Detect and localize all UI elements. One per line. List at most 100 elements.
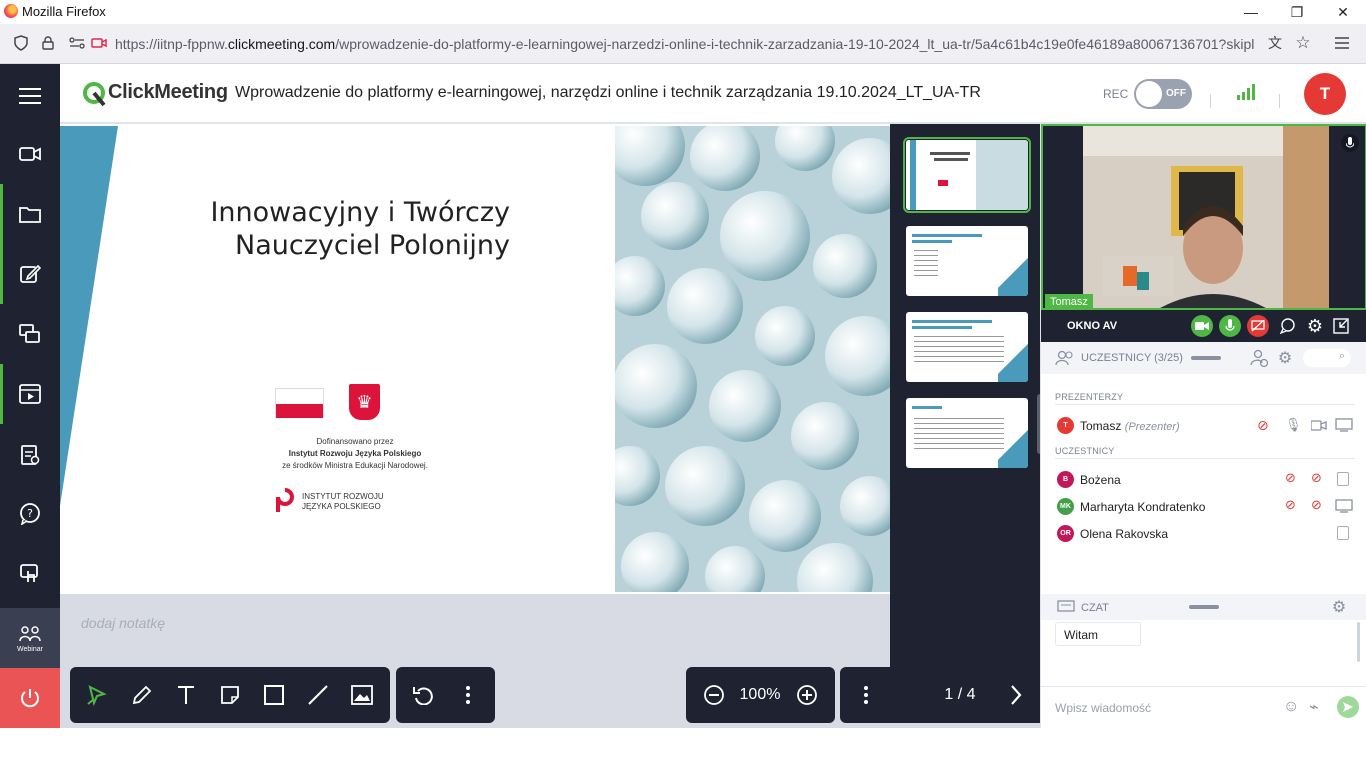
hand-icon[interactable] [1337, 472, 1349, 486]
slide-left-panel: Innowacyjny i Twórczy Nauczyciel Polonij… [60, 126, 615, 592]
screen-share-stop-icon[interactable] [1247, 315, 1269, 337]
lock-icon[interactable] [40, 34, 56, 52]
slide-thumbnail-2[interactable] [906, 226, 1028, 296]
page-options-icon[interactable] [844, 667, 888, 723]
clickmeeting-logo-icon [82, 81, 106, 112]
slide-thumbnail-3[interactable] [906, 312, 1028, 382]
chat-settings-icon[interactable]: ⚙ [1329, 597, 1349, 617]
more-options-icon[interactable] [446, 667, 490, 723]
slide-title: Innowacyjny i Twórczy Nauczyciel Polonij… [210, 197, 510, 261]
menu-icon[interactable] [0, 66, 60, 126]
mic-icon[interactable]: 🎙 [1285, 417, 1302, 433]
note-area[interactable]: dodaj notatkę [60, 594, 890, 668]
invite-user-icon[interactable] [1249, 348, 1269, 368]
participant-row[interactable]: MK Marharyta Kondratenko ⊘ ⊘ [1041, 493, 1366, 520]
mic-muted-icon[interactable]: ⊘ [1285, 497, 1296, 513]
search-icon: ⌕ [1338, 350, 1345, 362]
zoom-out-icon[interactable] [692, 667, 736, 723]
presenter-video[interactable]: Tomasz [1041, 124, 1366, 310]
permissions-icon[interactable] [68, 34, 86, 52]
hand-icon[interactable] [1337, 526, 1349, 540]
user-avatar[interactable]: T [1304, 73, 1346, 115]
webinar-nav-item[interactable]: Webinar [0, 608, 60, 668]
microphone-toggle-icon[interactable] [1219, 315, 1241, 337]
chat-drag-handle[interactable] [1189, 605, 1219, 609]
screen-off-icon[interactable]: ⊘ [1257, 417, 1269, 434]
slide-thumbnail-1[interactable] [903, 137, 1031, 213]
pencil-tool-icon[interactable] [120, 667, 164, 723]
send-icon[interactable] [1337, 696, 1359, 718]
line-tool-icon[interactable] [296, 667, 340, 723]
screen-share-icon[interactable] [0, 304, 60, 364]
av-window-title: OKNO AV [1067, 320, 1118, 332]
minimize-video-icon[interactable] [1331, 316, 1351, 336]
participant-row[interactable]: OR Olena Rakovska [1041, 520, 1366, 547]
zoom-in-icon[interactable] [785, 667, 829, 723]
irjp-logo-icon [275, 488, 295, 514]
signal-strength-icon[interactable] [1237, 84, 1257, 105]
screen-icon[interactable] [1335, 418, 1353, 437]
restore-button[interactable]: ❐ [1274, 0, 1320, 24]
edit-icon[interactable] [0, 244, 60, 304]
folder-icon[interactable] [0, 184, 60, 244]
power-icon [21, 689, 39, 708]
video-name-tag: Tomasz [1045, 294, 1093, 308]
slide-thumbnail-4[interactable] [906, 398, 1028, 468]
chat-title: CZAT [1081, 602, 1109, 614]
participants-search-input[interactable]: ⌕ [1303, 349, 1351, 367]
rectangle-tool-icon[interactable] [252, 667, 296, 723]
participants-settings-icon[interactable]: ⚙ [1275, 348, 1295, 368]
minimize-button[interactable]: — [1228, 0, 1274, 24]
svg-text:?: ? [27, 507, 33, 520]
mic-muted-icon[interactable]: ⊘ [1285, 470, 1296, 486]
presenters-section-label: PREZENTERZY [1055, 392, 1124, 402]
slide-thumbnails [890, 124, 1043, 668]
participant-row[interactable]: B Bożena ⊘ ⊘ [1041, 466, 1366, 493]
image-tool-icon[interactable] [340, 667, 384, 723]
camera-toggle-icon[interactable] [1191, 315, 1213, 337]
chat-input[interactable]: Wpisz wiadomość ☺ ⌁ [1041, 686, 1366, 728]
camera-off-icon[interactable]: ⊘ [1311, 470, 1322, 486]
video-icon[interactable] [0, 124, 60, 184]
screen-icon[interactable] [1335, 499, 1353, 518]
sticky-note-tool-icon[interactable] [208, 667, 252, 723]
av-settings-icon[interactable]: ⚙ [1305, 316, 1325, 336]
participant-row-presenter[interactable]: T Tomasz (Prezenter) ⊘ 🎙 [1041, 412, 1366, 439]
camera-sharing-icon[interactable] [90, 34, 108, 52]
end-session-button[interactable] [0, 668, 60, 728]
camera-off-icon[interactable]: ⊘ [1311, 497, 1322, 513]
chat-scrollbar[interactable] [1357, 622, 1360, 662]
text-tool-icon[interactable] [164, 667, 208, 723]
media-icon[interactable] [0, 364, 60, 424]
url-text[interactable]: https://iitnp-fppnw.clickmeeting.com/wpr… [115, 36, 1265, 52]
drawing-tools [70, 667, 390, 723]
next-page-icon[interactable] [994, 667, 1038, 723]
bookmark-star-icon[interactable]: ☆ [1294, 33, 1312, 52]
page-navigation: 1 / 4 [840, 667, 1040, 723]
note-placeholder: dodaj notatkę [81, 615, 166, 631]
touch-icon[interactable] [0, 544, 60, 604]
participant-name: Olena Rakovska [1080, 527, 1169, 541]
webinar-label: Webinar [17, 645, 43, 653]
rec-label: REC [1103, 87, 1129, 101]
chat-bubble-icon[interactable] [1279, 317, 1297, 335]
shield-icon[interactable] [12, 34, 30, 52]
irjp-logo-text: INSTYTUT ROZWOJU JĘZYKA POLSKIEGO [302, 492, 384, 511]
avatar: OR [1057, 525, 1074, 542]
app-menu-icon[interactable] [1332, 34, 1352, 52]
participants-header: UCZESTNICY (3/25) ⚙ ⌕ [1041, 342, 1366, 374]
rec-toggle[interactable]: OFF [1134, 79, 1192, 109]
qa-icon[interactable]: ? [0, 484, 60, 544]
tests-icon[interactable] [0, 424, 60, 484]
pointer-tool-icon[interactable] [76, 667, 120, 723]
close-window-button[interactable]: ✕ [1320, 0, 1366, 24]
zoom-controls: 100% [686, 667, 835, 723]
undo-icon[interactable] [401, 667, 445, 723]
emoji-icon[interactable]: ☺ [1283, 698, 1299, 716]
rec-toggle-knob [1136, 81, 1162, 107]
translate-icon[interactable]: 文 [1266, 34, 1284, 52]
clickmeeting-logo: ClickMeeting [108, 81, 228, 103]
attachment-icon[interactable]: ⌁ [1309, 697, 1319, 717]
participants-drag-handle[interactable] [1191, 356, 1221, 360]
camera-icon[interactable] [1310, 419, 1327, 437]
